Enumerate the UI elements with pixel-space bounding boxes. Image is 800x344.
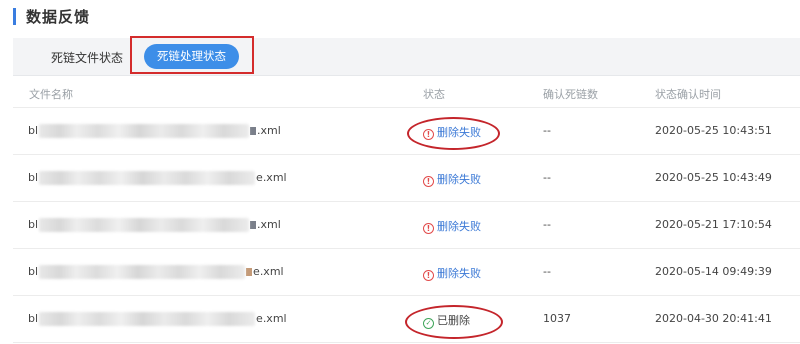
redacted-filename: [39, 171, 256, 185]
tab-deadlink-file-status[interactable]: 死链文件状态: [51, 49, 123, 66]
file-name-prefix: bl: [28, 312, 39, 325]
status-cell: ! 删除失败: [423, 171, 481, 187]
status-text: 删除失败: [437, 267, 481, 280]
annotation-highlight-box: [130, 36, 254, 74]
redacted-filename: [39, 312, 256, 326]
status-cell: ! 删除失败: [423, 265, 481, 281]
error-icon: !: [423, 270, 434, 281]
count-cell: 1037: [543, 312, 571, 325]
count-cell: --: [543, 218, 551, 231]
status-text: 删除失败: [437, 220, 481, 233]
file-name-suffix: e.xml: [253, 265, 284, 278]
count-cell: --: [543, 265, 551, 278]
page-title: 数据反馈: [26, 8, 91, 26]
title-accent-bar: [13, 8, 16, 25]
table-row: bl e.xml ! 删除失败 -- 2020-05-25 10:43:49: [13, 156, 800, 202]
file-name-cell: bl e.xml: [28, 171, 287, 185]
section-header: 数据反馈: [0, 0, 800, 34]
file-name-cell: bl .xml: [28, 218, 281, 232]
column-header-time: 状态确认时间: [655, 88, 721, 101]
time-cell: 2020-05-21 17:10:54: [655, 218, 772, 231]
file-name-prefix: bl: [28, 218, 39, 231]
redacted-filename-tail: [250, 127, 257, 135]
annotation-oval-fail: [407, 117, 500, 150]
table-header: 文件名称 状态 确认死链数 状态确认时间: [13, 78, 800, 108]
column-header-count: 确认死链数: [543, 88, 598, 101]
file-name-cell: bl .xml: [28, 124, 281, 138]
count-cell: --: [543, 124, 551, 137]
file-name-cell: bl e.xml: [28, 312, 287, 326]
file-name-suffix: .xml: [257, 124, 281, 137]
error-icon: !: [423, 176, 434, 187]
file-name-prefix: bl: [28, 265, 39, 278]
column-header-file: 文件名称: [29, 88, 73, 101]
time-cell: 2020-04-30 20:41:41: [655, 312, 772, 325]
count-cell: --: [543, 171, 551, 184]
table-row: bl e.xml ! 删除失败 -- 2020-05-14 09:49:39: [13, 250, 800, 296]
time-cell: 2020-05-25 10:43:49: [655, 171, 772, 184]
time-cell: 2020-05-14 09:49:39: [655, 265, 772, 278]
file-name-suffix: e.xml: [256, 171, 287, 184]
file-name-prefix: bl: [28, 171, 39, 184]
file-name-suffix: .xml: [257, 218, 281, 231]
redacted-filename-tail: [246, 268, 253, 276]
annotation-oval-deleted: [405, 305, 503, 339]
column-header-status: 状态: [423, 88, 445, 101]
redacted-filename-tail: [250, 221, 257, 229]
status-cell: ! 删除失败: [423, 218, 481, 234]
redacted-filename: [39, 124, 250, 138]
table-row: bl .xml ! 删除失败 -- 2020-05-21 17:10:54: [13, 203, 800, 249]
time-cell: 2020-05-25 10:43:51: [655, 124, 772, 137]
file-name-prefix: bl: [28, 124, 39, 137]
status-text: 删除失败: [437, 173, 481, 186]
file-name-suffix: e.xml: [256, 312, 287, 325]
redacted-filename: [39, 265, 246, 279]
error-icon: !: [423, 223, 434, 234]
file-name-cell: bl e.xml: [28, 265, 284, 279]
redacted-filename: [39, 218, 250, 232]
